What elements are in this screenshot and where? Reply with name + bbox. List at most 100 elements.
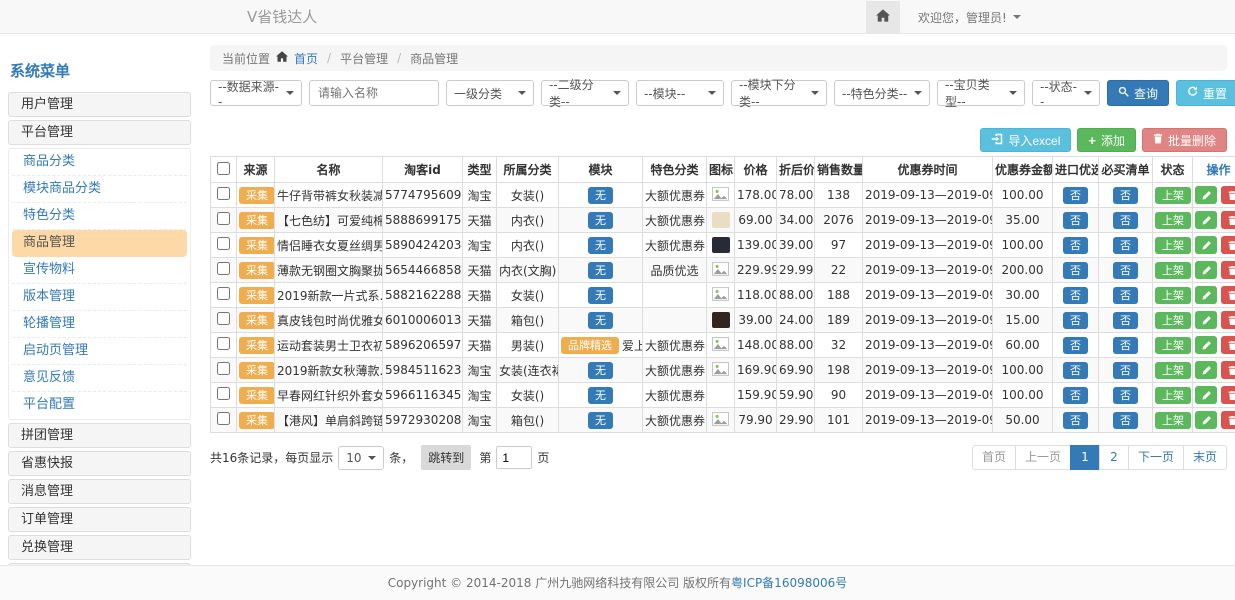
reset-button[interactable]: 重置 [1176, 80, 1235, 106]
sidebar-item-商品管理[interactable]: 商品管理 [12, 230, 187, 257]
filter-item-type-select[interactable]: --宝贝类型-- [937, 80, 1025, 106]
pager-last[interactable]: 末页 [1183, 445, 1227, 470]
sidebar-panel-兑换管理[interactable]: 兑换管理 [8, 535, 191, 560]
must-buy-toggle[interactable]: 否 [1113, 237, 1138, 254]
edit-button[interactable] [1195, 311, 1217, 329]
page-size-select[interactable]: 10 [338, 446, 384, 470]
sidebar-item-商品分类[interactable]: 商品分类 [12, 149, 187, 176]
edit-button[interactable] [1195, 261, 1217, 279]
delete-button[interactable] [1221, 286, 1235, 304]
row-checkbox[interactable] [217, 412, 230, 425]
edit-button[interactable] [1195, 386, 1217, 404]
status-badge[interactable]: 上架 [1155, 312, 1191, 329]
import-toggle[interactable]: 否 [1063, 412, 1088, 429]
filter-status-select[interactable]: --状态-- [1032, 80, 1100, 106]
sidebar-item-特色分类[interactable]: 特色分类 [12, 203, 187, 230]
filter-level2-select[interactable]: --二级分类-- [541, 80, 629, 106]
import-toggle[interactable]: 否 [1063, 312, 1088, 329]
filter-feature-select[interactable]: --特色分类-- [834, 80, 930, 106]
delete-button[interactable] [1221, 386, 1235, 404]
sidebar-item-版本管理[interactable]: 版本管理 [12, 284, 187, 311]
status-badge[interactable]: 上架 [1155, 262, 1191, 279]
user-menu[interactable]: 欢迎您，管理员! [918, 9, 1021, 26]
edit-button[interactable] [1195, 411, 1217, 429]
breadcrumb-home-link[interactable]: 首页 [294, 50, 318, 67]
filter-module-sub-select[interactable]: --模块下分类-- [731, 80, 827, 106]
filter-level1-select[interactable]: 一级分类 [446, 80, 534, 106]
sidebar-item-模块商品分类[interactable]: 模块商品分类 [12, 176, 187, 203]
delete-button[interactable] [1221, 186, 1235, 204]
home-button[interactable] [866, 1, 900, 34]
sidebar-panel-平台管理[interactable]: 平台管理 [8, 120, 191, 145]
name-search-input[interactable] [309, 80, 439, 106]
batch-delete-button[interactable]: 批量删除 [1142, 128, 1227, 152]
delete-button[interactable] [1221, 311, 1235, 329]
import-toggle[interactable]: 否 [1063, 287, 1088, 304]
pager-prev[interactable]: 上一页 [1015, 445, 1071, 470]
must-buy-toggle[interactable]: 否 [1113, 262, 1138, 279]
must-buy-toggle[interactable]: 否 [1113, 337, 1138, 354]
import-excel-button[interactable]: 导入excel [980, 128, 1071, 152]
import-toggle[interactable]: 否 [1063, 337, 1088, 354]
import-toggle[interactable]: 否 [1063, 187, 1088, 204]
sidebar-item-意见反馈[interactable]: 意见反馈 [12, 365, 187, 392]
jump-page-input[interactable] [496, 446, 532, 469]
must-buy-toggle[interactable]: 否 [1113, 187, 1138, 204]
must-buy-toggle[interactable]: 否 [1113, 287, 1138, 304]
must-buy-toggle[interactable]: 否 [1113, 412, 1138, 429]
must-buy-toggle[interactable]: 否 [1113, 387, 1138, 404]
import-toggle[interactable]: 否 [1063, 212, 1088, 229]
filter-source-select[interactable]: --数据来源-- [210, 80, 302, 106]
edit-button[interactable] [1195, 336, 1217, 354]
import-toggle[interactable]: 否 [1063, 387, 1088, 404]
delete-button[interactable] [1221, 411, 1235, 429]
status-badge[interactable]: 上架 [1155, 212, 1191, 229]
status-badge[interactable]: 上架 [1155, 237, 1191, 254]
sidebar-panel-省惠快报[interactable]: 省惠快报 [8, 451, 191, 476]
status-badge[interactable]: 上架 [1155, 362, 1191, 379]
query-button[interactable]: 查询 [1107, 80, 1169, 106]
status-badge[interactable]: 上架 [1155, 287, 1191, 304]
sidebar-panel-消息管理[interactable]: 消息管理 [8, 479, 191, 504]
delete-button[interactable] [1221, 261, 1235, 279]
sidebar-panel-用户管理[interactable]: 用户管理 [8, 92, 191, 117]
row-checkbox[interactable] [217, 262, 230, 275]
pager-page-1[interactable]: 1 [1070, 445, 1100, 470]
delete-button[interactable] [1221, 236, 1235, 254]
row-checkbox[interactable] [217, 387, 230, 400]
sidebar-item-宣传物料[interactable]: 宣传物料 [12, 257, 187, 284]
status-badge[interactable]: 上架 [1155, 387, 1191, 404]
add-button[interactable]: + 添加 [1077, 128, 1136, 152]
delete-button[interactable] [1221, 361, 1235, 379]
edit-button[interactable] [1195, 236, 1217, 254]
icp-link[interactable]: 粤ICP备16098006号 [731, 576, 847, 590]
row-checkbox[interactable] [217, 212, 230, 225]
sidebar-item-轮播管理[interactable]: 轮播管理 [12, 311, 187, 338]
edit-button[interactable] [1195, 361, 1217, 379]
status-badge[interactable]: 上架 [1155, 187, 1191, 204]
row-checkbox[interactable] [217, 187, 230, 200]
sidebar-panel-订单管理[interactable]: 订单管理 [8, 507, 191, 532]
row-checkbox[interactable] [217, 287, 230, 300]
import-toggle[interactable]: 否 [1063, 237, 1088, 254]
row-checkbox[interactable] [217, 237, 230, 250]
edit-button[interactable] [1195, 186, 1217, 204]
pager-page-2[interactable]: 2 [1099, 445, 1129, 470]
must-buy-toggle[interactable]: 否 [1113, 312, 1138, 329]
select-all-checkbox[interactable] [217, 162, 230, 175]
import-toggle[interactable]: 否 [1063, 262, 1088, 279]
filter-module-select[interactable]: --模块-- [636, 80, 724, 106]
sidebar-item-平台配置[interactable]: 平台配置 [12, 392, 187, 419]
edit-button[interactable] [1195, 211, 1217, 229]
delete-button[interactable] [1221, 211, 1235, 229]
must-buy-toggle[interactable]: 否 [1113, 362, 1138, 379]
status-badge[interactable]: 上架 [1155, 337, 1191, 354]
must-buy-toggle[interactable]: 否 [1113, 212, 1138, 229]
status-badge[interactable]: 上架 [1155, 412, 1191, 429]
edit-button[interactable] [1195, 286, 1217, 304]
row-checkbox[interactable] [217, 362, 230, 375]
pager-first[interactable]: 首页 [972, 445, 1016, 470]
import-toggle[interactable]: 否 [1063, 362, 1088, 379]
sidebar-panel-拼团管理[interactable]: 拼团管理 [8, 423, 191, 448]
delete-button[interactable] [1221, 336, 1235, 354]
